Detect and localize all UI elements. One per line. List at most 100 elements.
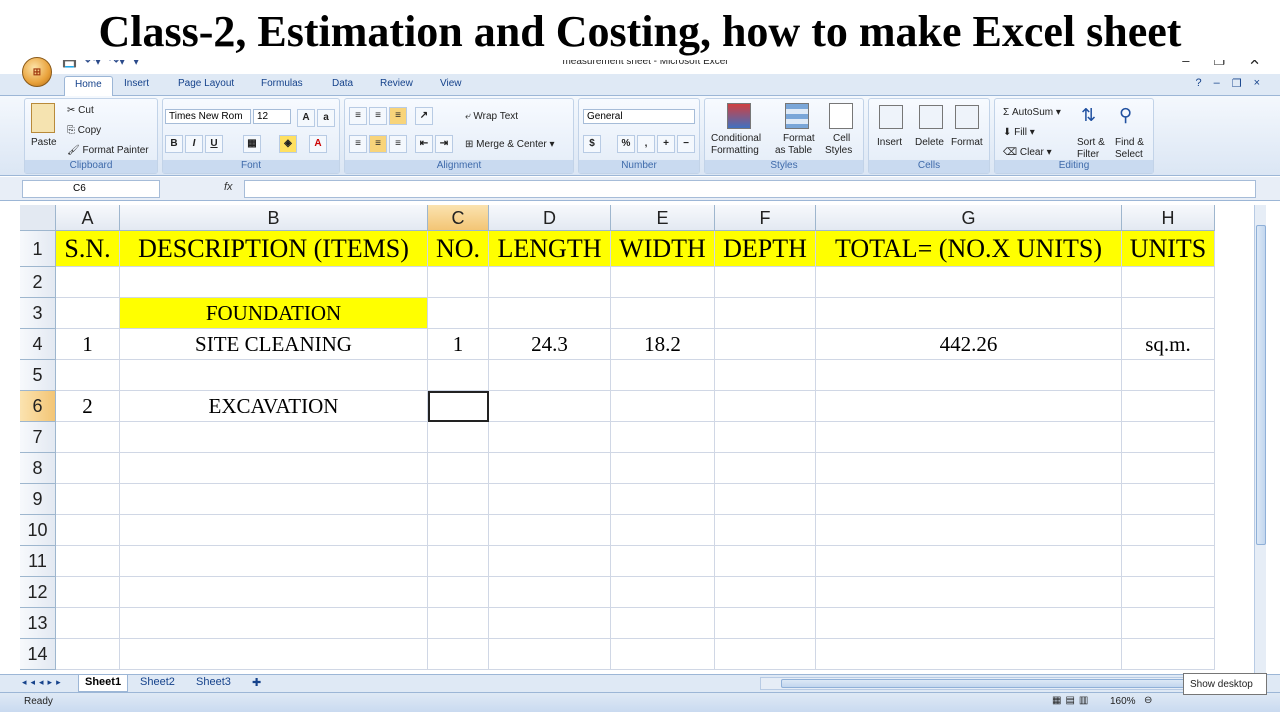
font-color-icon[interactable]: A [309, 135, 327, 153]
cell-g13[interactable] [816, 608, 1122, 639]
decrease-decimal-icon[interactable]: − [677, 135, 695, 153]
find-select-icon[interactable]: ⚲ [1119, 105, 1132, 126]
cell-h10[interactable] [1122, 515, 1215, 546]
format-as-table-icon[interactable] [785, 103, 809, 129]
cell-e10[interactable] [611, 515, 715, 546]
percent-icon[interactable]: % [617, 135, 635, 153]
cell-f7[interactable] [715, 422, 816, 453]
currency-icon[interactable]: $ [583, 135, 601, 153]
cell-d10[interactable] [489, 515, 611, 546]
conditional-formatting-label-2[interactable]: Formatting [711, 145, 759, 156]
select-all-corner[interactable] [20, 205, 56, 231]
cell-c13[interactable] [428, 608, 489, 639]
align-bottom-icon[interactable]: ≡ [389, 107, 407, 125]
cell-g2[interactable] [816, 267, 1122, 298]
cell-d2[interactable] [489, 267, 611, 298]
cell-a4[interactable]: 1 [56, 329, 120, 360]
cell-c6[interactable] [428, 391, 489, 422]
cell-f9[interactable] [715, 484, 816, 515]
tab-formulas[interactable]: Formulas [261, 78, 303, 89]
column-header-h[interactable]: H [1122, 205, 1215, 231]
cell-a6[interactable]: 2 [56, 391, 120, 422]
bold-icon[interactable]: B [165, 135, 183, 153]
cell-h13[interactable] [1122, 608, 1215, 639]
cell-g4[interactable]: 442.26 [816, 329, 1122, 360]
cell-a7[interactable] [56, 422, 120, 453]
cell-f6[interactable] [715, 391, 816, 422]
row-header-11[interactable]: 11 [20, 546, 56, 577]
font-size-select[interactable]: 12 [253, 109, 291, 124]
underline-icon[interactable]: U [205, 135, 223, 153]
column-header-d[interactable]: D [489, 205, 611, 231]
cell-d12[interactable] [489, 577, 611, 608]
cell-h12[interactable] [1122, 577, 1215, 608]
cell-b7[interactable] [120, 422, 428, 453]
cell-e4[interactable]: 18.2 [611, 329, 715, 360]
cell-d8[interactable] [489, 453, 611, 484]
cell-b5[interactable] [120, 360, 428, 391]
cell-b8[interactable] [120, 453, 428, 484]
cell-c14[interactable] [428, 639, 489, 670]
cell-a13[interactable] [56, 608, 120, 639]
column-header-g[interactable]: G [816, 205, 1122, 231]
cell-f4[interactable] [715, 329, 816, 360]
column-header-c[interactable]: C [428, 205, 489, 231]
cell-a2[interactable] [56, 267, 120, 298]
name-box[interactable]: C6 [22, 180, 160, 198]
cell-f12[interactable] [715, 577, 816, 608]
cell-b11[interactable] [120, 546, 428, 577]
insert-function-icon[interactable]: fx [224, 181, 233, 193]
column-header-a[interactable]: A [56, 205, 120, 231]
sort-filter-label[interactable]: Sort & [1077, 137, 1105, 148]
row-header-13[interactable]: 13 [20, 608, 56, 639]
cell-g5[interactable] [816, 360, 1122, 391]
cell-styles-icon[interactable] [829, 103, 853, 129]
cell-d5[interactable] [489, 360, 611, 391]
cell-h7[interactable] [1122, 422, 1215, 453]
cell-e11[interactable] [611, 546, 715, 577]
cell-d13[interactable] [489, 608, 611, 639]
grow-font-icon[interactable]: A [297, 109, 315, 127]
cell-styles-label[interactable]: Cell [833, 133, 850, 144]
wrap-text-button[interactable]: ⤶ Wrap Text [465, 111, 518, 122]
cell-b4[interactable]: SITE CLEANING [120, 329, 428, 360]
cell-c2[interactable] [428, 267, 489, 298]
format-as-table-label[interactable]: Format [783, 133, 815, 144]
cell-g12[interactable] [816, 577, 1122, 608]
format-painter-button[interactable]: 🖌 Format Painter [67, 145, 149, 156]
insert-sheet-icon[interactable]: ✚ [246, 675, 267, 692]
ribbon-minimize-icon[interactable]: – [1214, 77, 1220, 90]
format-cells-label[interactable]: Format [951, 137, 983, 148]
italic-icon[interactable]: I [185, 135, 203, 153]
row-header-3[interactable]: 3 [20, 298, 56, 329]
sheet-nav-arrows-icon[interactable]: ◂◂◂▸▸ [22, 677, 65, 688]
zoom-level[interactable]: 160% [1110, 696, 1136, 707]
row-header-14[interactable]: 14 [20, 639, 56, 670]
horizontal-scroll-thumb[interactable] [781, 679, 1241, 688]
cell-f13[interactable] [715, 608, 816, 639]
cell-g8[interactable] [816, 453, 1122, 484]
tab-page-layout[interactable]: Page Layout [178, 78, 234, 89]
cell-f1[interactable]: DEPTH [715, 231, 816, 267]
cell-d3[interactable] [489, 298, 611, 329]
delete-cells-label[interactable]: Delete [915, 137, 944, 148]
cell-styles-label-2[interactable]: Styles [825, 145, 852, 156]
cell-a14[interactable] [56, 639, 120, 670]
column-header-f[interactable]: F [715, 205, 816, 231]
office-button[interactable]: ⊞ [22, 57, 52, 87]
cell-g14[interactable] [816, 639, 1122, 670]
tab-review[interactable]: Review [380, 78, 413, 89]
cell-e8[interactable] [611, 453, 715, 484]
cell-e3[interactable] [611, 298, 715, 329]
row-header-12[interactable]: 12 [20, 577, 56, 608]
cell-f11[interactable] [715, 546, 816, 577]
cell-a11[interactable] [56, 546, 120, 577]
cell-b6[interactable]: EXCAVATION [120, 391, 428, 422]
paste-icon[interactable] [31, 103, 55, 133]
format-cells-icon[interactable] [955, 105, 979, 129]
cell-g3[interactable] [816, 298, 1122, 329]
cell-c10[interactable] [428, 515, 489, 546]
cell-c5[interactable] [428, 360, 489, 391]
cell-c12[interactable] [428, 577, 489, 608]
vertical-scrollbar[interactable] [1254, 205, 1266, 673]
